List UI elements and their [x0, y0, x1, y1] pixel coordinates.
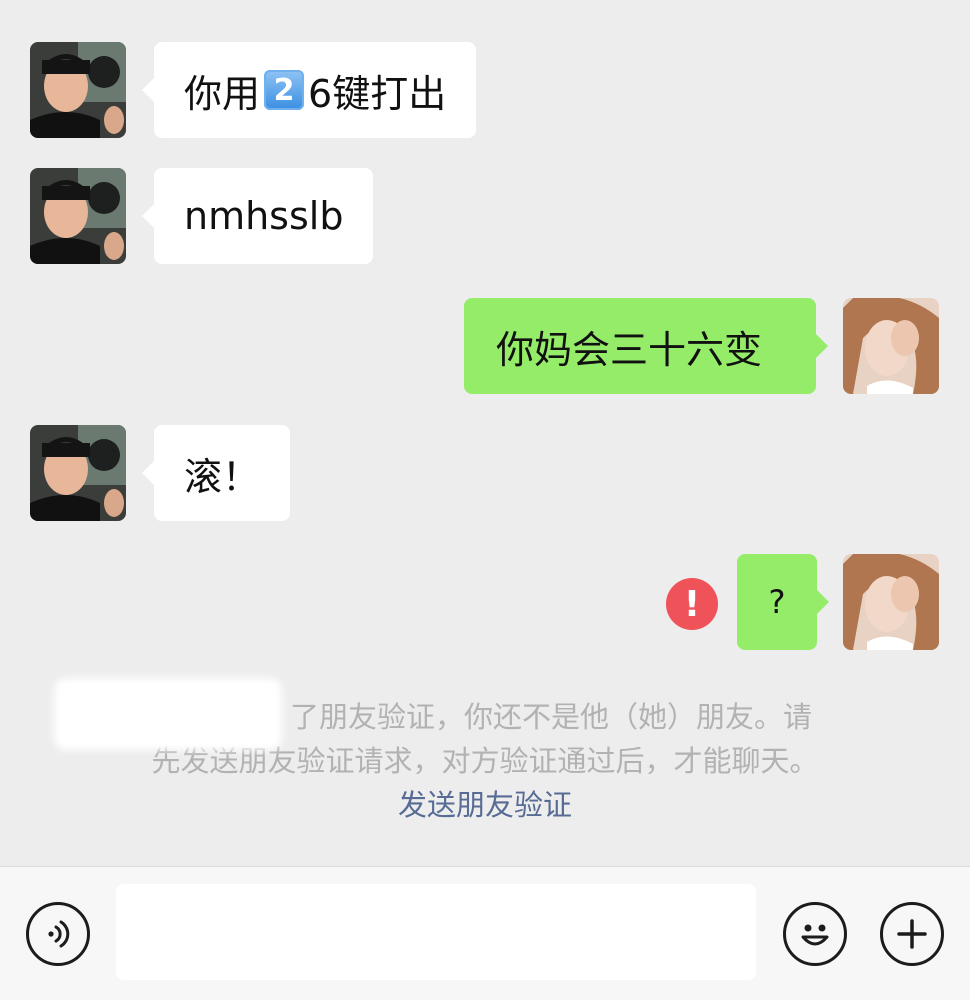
redaction-blur — [54, 678, 282, 750]
message-text: 你用 — [184, 71, 261, 116]
message-input[interactable] — [116, 884, 756, 980]
voice-icon[interactable] — [26, 902, 90, 966]
send-friend-verification-link[interactable]: 发送朋友验证 — [60, 783, 910, 827]
contact-avatar[interactable] — [30, 42, 126, 138]
message-bubble[interactable]: 你用 2 6键打出 — [141, 42, 477, 138]
send-failed-icon[interactable]: ! — [666, 578, 718, 630]
message-bubble[interactable]: 你妈会三十六变 — [464, 298, 828, 394]
my-avatar[interactable] — [843, 298, 939, 394]
message-text: ? — [768, 583, 786, 621]
message-bubble[interactable]: nmhsslb — [141, 168, 374, 264]
contact-avatar[interactable] — [30, 425, 126, 521]
emoji-icon[interactable] — [783, 902, 847, 966]
plus-icon[interactable] — [880, 902, 944, 966]
message-text: nmhsslb — [184, 194, 344, 238]
message-text: 6键打出 — [308, 71, 447, 116]
message-bubble[interactable]: ? — [737, 554, 829, 650]
message-bubble[interactable]: 滚！ — [141, 425, 291, 521]
chat-area: 你用 2 6键打出 nmhsslb 你妈会三十六变 滚！ ! ? 了朋友验证，你… — [0, 0, 970, 866]
keycap-2-icon: 2 — [264, 70, 305, 110]
contact-avatar[interactable] — [30, 168, 126, 264]
input-toolbar — [0, 866, 970, 1000]
message-text: 滚！ — [184, 454, 261, 499]
message-text: 你妈会三十六变 — [496, 327, 763, 372]
my-avatar[interactable] — [843, 554, 939, 650]
